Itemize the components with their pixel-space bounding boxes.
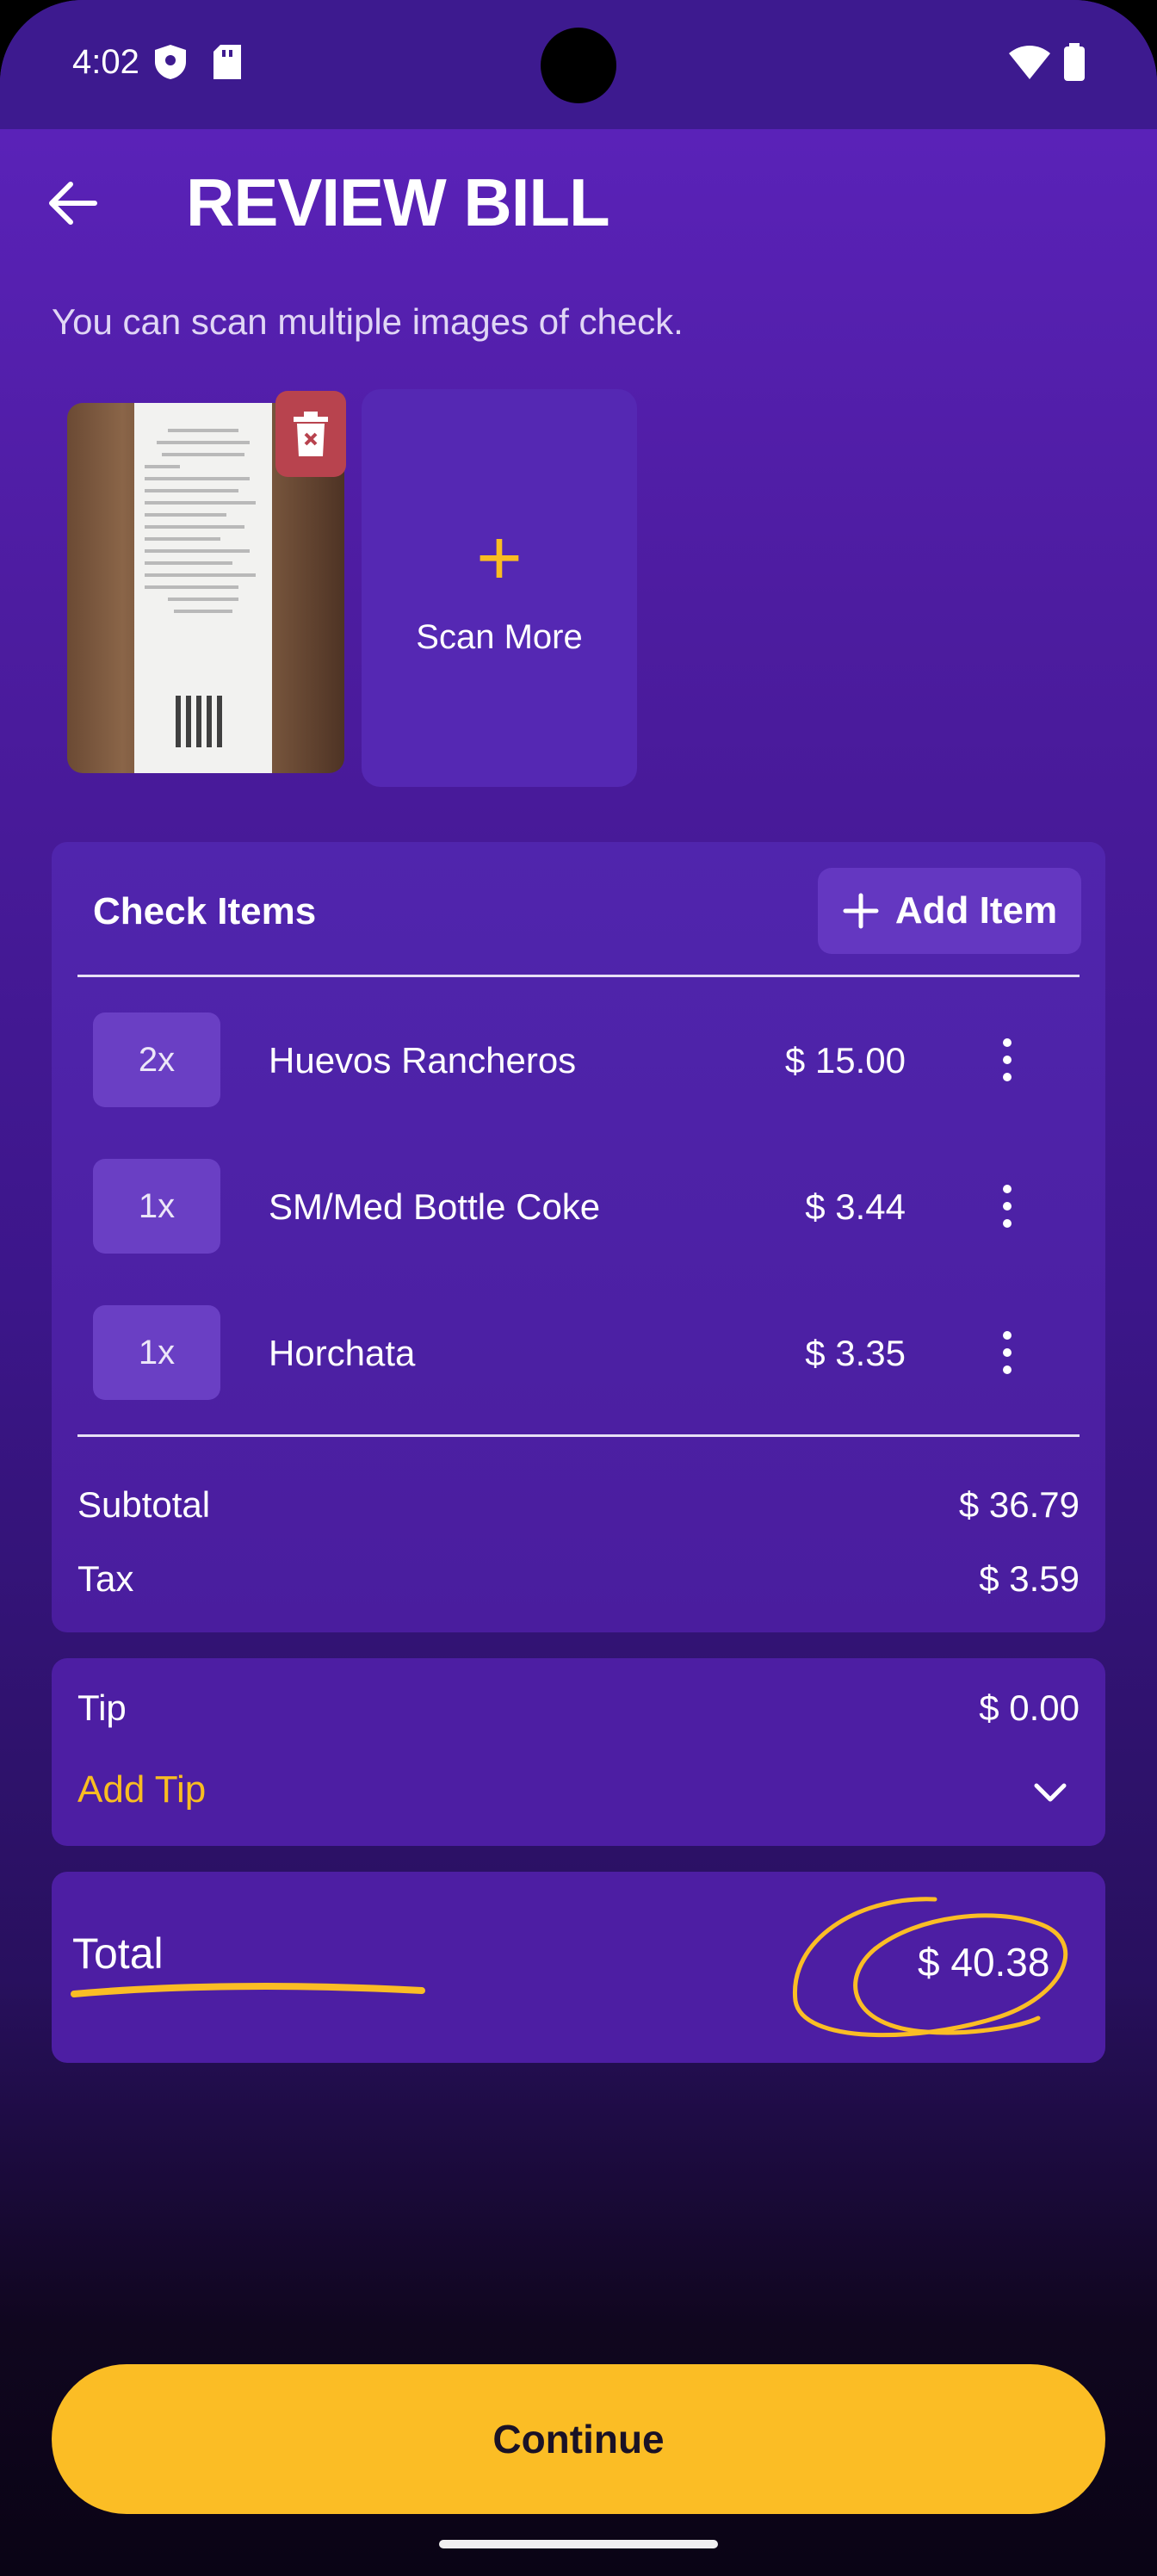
total-label: Total [72, 1929, 164, 1978]
review-bill-screen: 4:02 REVIEW BILL You can scan multiple i… [0, 0, 1157, 2576]
back-button[interactable] [38, 169, 107, 238]
status-time: 4:02 [72, 43, 139, 81]
continue-button[interactable]: Continue [52, 2364, 1105, 2514]
page-title: REVIEW BILL [186, 164, 610, 240]
plus-icon [843, 893, 879, 929]
underline-highlight [71, 1983, 425, 1997]
delete-image-button[interactable] [275, 391, 346, 477]
list-item[interactable]: 1x Horchata $ 3.35 [52, 1305, 1105, 1400]
wifi-icon [1009, 46, 1050, 79]
item-price: $ 15.00 [784, 1040, 906, 1081]
divider [77, 975, 1080, 977]
sd-card-icon [213, 45, 241, 79]
item-name: Horchata [269, 1333, 416, 1373]
tip-value: $ 0.00 [979, 1687, 1080, 1728]
qr-code-icon [176, 696, 227, 747]
check-items-card: Check Items Add Item 2x Huevos Rancheros… [52, 842, 1105, 1632]
tip-label: Tip [77, 1687, 127, 1728]
trash-icon [294, 412, 328, 456]
item-price: $ 3.44 [805, 1186, 906, 1227]
check-items-title: Check Items [93, 890, 317, 932]
add-tip-link[interactable]: Add Tip [77, 1768, 206, 1811]
list-item[interactable]: 2x Huevos Rancheros $ 15.00 [52, 1012, 1105, 1107]
total-card: Total $ 40.38 [52, 1872, 1105, 2063]
quantity-badge[interactable]: 1x [93, 1305, 220, 1400]
tip-card: Tip $ 0.00 Add Tip [52, 1658, 1105, 1846]
divider [77, 1434, 1080, 1437]
receipt-paper [134, 403, 272, 773]
quantity-badge[interactable]: 2x [93, 1012, 220, 1107]
add-item-button[interactable]: Add Item [818, 868, 1081, 954]
more-options-icon[interactable] [990, 1176, 1024, 1236]
more-options-icon[interactable] [990, 1030, 1024, 1090]
battery-icon [1064, 43, 1085, 81]
status-bar: 4:02 [0, 0, 1157, 129]
shield-icon [155, 45, 186, 79]
quantity-badge[interactable]: 1x [93, 1159, 220, 1254]
tax-value: $ 3.59 [979, 1558, 1080, 1599]
scan-more-label: Scan More [416, 618, 583, 656]
item-name: SM/Med Bottle Coke [269, 1186, 601, 1227]
item-name: Huevos Rancheros [269, 1040, 577, 1081]
chevron-down-icon[interactable] [1030, 1775, 1071, 1810]
add-item-label: Add Item [894, 889, 1058, 932]
tax-label: Tax [77, 1558, 134, 1599]
subtotal-label: Subtotal [77, 1484, 211, 1525]
camera-cutout [541, 28, 616, 103]
total-value: $ 40.38 [918, 1940, 1050, 1985]
subtotal-value: $ 36.79 [958, 1484, 1080, 1525]
page-subtitle: You can scan multiple images of check. [52, 301, 684, 342]
item-price: $ 3.35 [805, 1333, 906, 1373]
list-item[interactable]: 1x SM/Med Bottle Coke $ 3.44 [52, 1159, 1105, 1254]
home-indicator[interactable] [439, 2540, 718, 2548]
arrow-left-icon [49, 182, 97, 225]
more-options-icon[interactable] [990, 1322, 1024, 1383]
scan-more-button[interactable]: + Scan More [362, 389, 637, 787]
plus-icon: + [476, 514, 523, 602]
